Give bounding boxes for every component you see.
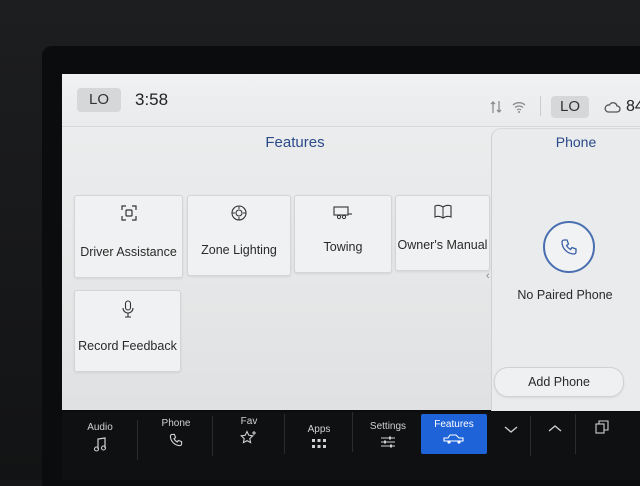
- nav-label: Phone: [161, 418, 191, 429]
- nav-divider: [575, 414, 576, 454]
- nav-label: Features: [434, 419, 474, 430]
- nav-features[interactable]: Features: [421, 414, 487, 454]
- features-title: Features: [265, 134, 325, 151]
- nav-scroll-down[interactable]: [496, 416, 526, 462]
- tile-label: Record Feedback: [78, 339, 177, 353]
- nav-apps[interactable]: Apps: [292, 414, 346, 460]
- driver-temp-button[interactable]: LO: [77, 88, 121, 112]
- phone-status: No Paired Phone: [517, 288, 613, 302]
- nav-favorites[interactable]: Fav: [222, 406, 276, 452]
- nav-settings[interactable]: Settings: [360, 411, 416, 457]
- phone-call-button[interactable]: [543, 221, 595, 273]
- chevron-down-icon: [496, 426, 526, 434]
- chevron-up-icon: [540, 424, 570, 432]
- nav-phone[interactable]: Phone: [148, 408, 204, 454]
- wifi-icon: [512, 100, 526, 116]
- cloud-sun-icon: [604, 100, 622, 117]
- nav-divider: [212, 416, 213, 456]
- stacked-windows-icon: [588, 420, 616, 434]
- data-transfer-icon: [490, 100, 502, 117]
- nav-label: Settings: [369, 421, 407, 432]
- microphone-icon: [75, 299, 180, 319]
- nav-divider: [284, 414, 285, 454]
- grid-icon: [292, 438, 346, 450]
- nav-audio[interactable]: Audio: [72, 412, 128, 458]
- tile-towing[interactable]: Towing: [294, 195, 392, 273]
- tile-driver-assistance[interactable]: Driver Assistance: [74, 195, 183, 278]
- tile-label: Zone Lighting: [201, 243, 277, 257]
- nav-label: Audio: [87, 422, 113, 433]
- tile-owners-manual[interactable]: Owner's Manual: [395, 195, 490, 271]
- nav-label: Fav: [240, 416, 258, 427]
- star-plus-icon: [222, 430, 276, 446]
- tile-label: Towing: [323, 240, 363, 254]
- nav-divider: [352, 412, 353, 452]
- tile-label: Owner's Manual: [397, 238, 488, 252]
- tile-record-feedback[interactable]: Record Feedback: [74, 290, 181, 372]
- chevron-left-icon[interactable]: ‹: [486, 270, 490, 282]
- tile-label: Driver Assistance: [80, 245, 177, 259]
- tile-zone-lighting[interactable]: Zone Lighting: [187, 195, 291, 276]
- driver-assist-icon: [75, 204, 182, 222]
- book-icon: [396, 204, 489, 220]
- truck-icon: [421, 433, 487, 445]
- clock: 3:58: [135, 90, 169, 109]
- nav-scroll-up[interactable]: [540, 416, 570, 462]
- zone-lighting-icon: [188, 204, 290, 222]
- nav-label: Apps: [307, 424, 331, 435]
- status-divider: [540, 96, 541, 116]
- nav-windows[interactable]: [588, 414, 616, 460]
- phone-title: Phone: [555, 134, 597, 150]
- passenger-temp-button[interactable]: LO: [551, 96, 589, 118]
- phone-icon: [148, 432, 204, 448]
- nav-divider: [530, 416, 531, 456]
- outside-temperature: 84: [626, 98, 640, 115]
- phone-icon: [561, 239, 577, 255]
- nav-divider: [137, 420, 138, 460]
- trailer-icon: [295, 204, 391, 220]
- add-phone-button[interactable]: Add Phone: [494, 367, 624, 397]
- music-note-icon: [72, 436, 128, 452]
- sliders-icon: [360, 435, 416, 449]
